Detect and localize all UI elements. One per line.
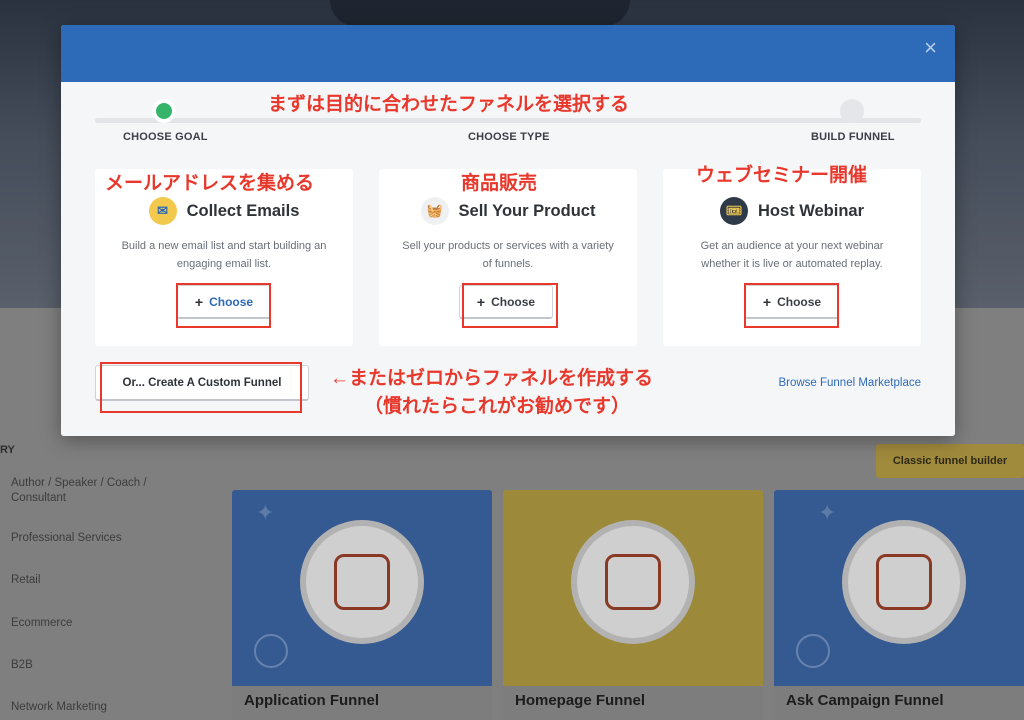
template-card-application-funnel[interactable]: ✦ Application Funnel: [232, 490, 492, 720]
modal-header: ×: [61, 25, 955, 82]
annotation-custom-line1: ←またはゼロからファネルを作成する: [330, 368, 654, 389]
template-card-title: Application Funnel: [232, 686, 492, 720]
goal-description: Get an audience at your next webinar whe…: [700, 240, 884, 270]
category-item-professional-services[interactable]: Professional Services: [11, 531, 181, 546]
sparkle-icon: ✦: [256, 500, 275, 525]
goal-title: Host Webinar: [757, 201, 865, 220]
goal-description: Sell your products or services with a va…: [402, 240, 614, 270]
document-icon: [300, 520, 424, 644]
close-icon[interactable]: ×: [924, 37, 937, 59]
annotation-highlight-box: [176, 283, 271, 328]
goal-title: Sell Your Product: [458, 201, 596, 220]
shopping-basket-icon: 🧺: [420, 197, 449, 225]
house-icon: [571, 520, 695, 644]
step-indicator-build-funnel: [840, 99, 864, 123]
category-heading: RY: [0, 444, 15, 456]
step-progress-track: [95, 118, 921, 123]
annotation-custom-line2: （慣れたらこれがお勧めです）: [364, 396, 631, 417]
category-item-network-marketing[interactable]: Network Marketing: [11, 700, 181, 715]
play-icon: [254, 634, 288, 668]
annotation-host-webinar: ウェブセミナー開催: [696, 165, 868, 186]
category-item-author[interactable]: Author / Speaker / Coach / Consultant: [11, 476, 181, 506]
envelope-icon: ✉: [148, 197, 177, 225]
step-indicator-choose-goal: [152, 99, 176, 123]
classic-funnel-builder-button[interactable]: Classic funnel builder: [876, 444, 1024, 478]
browse-funnel-marketplace-link[interactable]: Browse Funnel Marketplace: [778, 377, 921, 389]
annotation-highlight-box: [744, 283, 839, 328]
step-label-choose-type: CHOOSE TYPE: [468, 131, 550, 143]
goal-title: Collect Emails: [186, 201, 300, 220]
template-card-title: Homepage Funnel: [503, 686, 763, 720]
play-icon: [796, 634, 830, 668]
template-card-art: ✦: [232, 490, 492, 686]
template-card-art: [503, 490, 763, 686]
template-card-ask-campaign-funnel[interactable]: ✦ Ask Campaign Funnel: [774, 490, 1024, 720]
category-item-ecommerce[interactable]: Ecommerce: [11, 616, 181, 631]
sparkle-icon: ✦: [818, 500, 837, 525]
annotation-collect-emails: メールアドレスを集める: [105, 173, 315, 194]
ticket-icon: 🎟: [719, 197, 748, 225]
category-item-retail[interactable]: Retail: [11, 573, 181, 588]
laptop-icon: [842, 520, 966, 644]
step-label-choose-goal: CHOOSE GOAL: [123, 131, 208, 143]
template-card-title: Ask Campaign Funnel: [774, 686, 1024, 720]
template-card-homepage-funnel[interactable]: Homepage Funnel: [503, 490, 763, 720]
category-item-b2b[interactable]: B2B: [11, 658, 181, 673]
step-label-build-funnel: BUILD FUNNEL: [811, 131, 895, 143]
annotation-top: まずは目的に合わせたファネルを選択する: [268, 94, 630, 115]
annotation-highlight-box: [462, 283, 558, 328]
template-card-art: ✦: [774, 490, 1024, 686]
annotation-sell-product: 商品販売: [461, 173, 538, 194]
goal-description: Build a new email list and start buildin…: [121, 240, 327, 270]
annotation-highlight-box: [100, 362, 302, 413]
